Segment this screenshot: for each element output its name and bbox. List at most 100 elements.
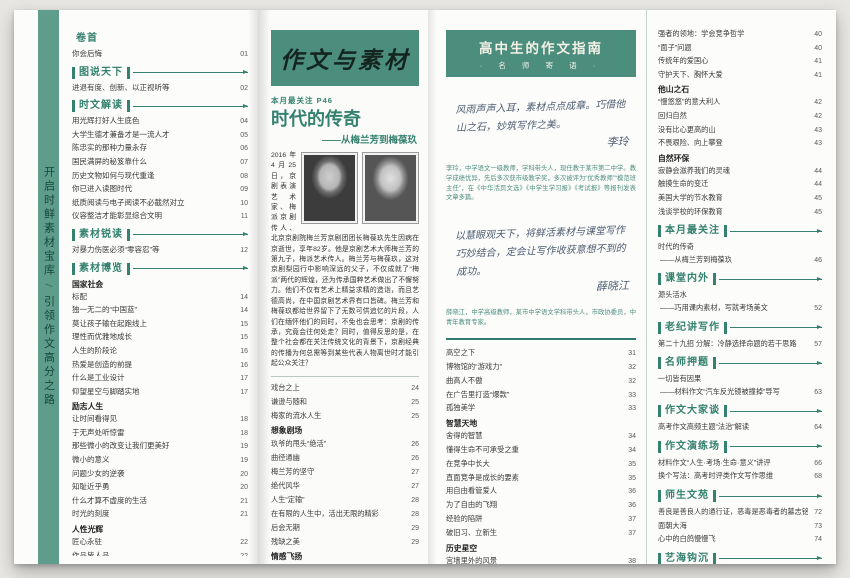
toc-page-number: 46 [808,255,822,268]
toc-item-title: 残缺之美 [271,535,405,548]
section-arrow-line [133,72,248,73]
magazine-title: 作文与素材 [280,41,410,75]
toc-subsection-heading: 想象剧场 [271,424,419,437]
toc-item: 时代的传奇 [658,241,822,254]
toc-item-title: 在广告里打造“爆款” [446,389,622,402]
toc-item: 玖爷的甩头“绝活”26 [271,437,419,451]
toc-item-title: 历史文物如何与现代重逢 [72,170,234,183]
toc-section-title: 卷首 [72,33,102,45]
toc-item: 寂静会滋养我们的灵魂44 [658,165,822,179]
toc-item: 那些微小的改变让我们更美好19 [72,440,248,454]
toc-item-title: 理性而优雅地成长 [72,331,234,344]
toc-item-title: 回归自然 [658,110,808,123]
toc-page-number: 45 [808,207,822,220]
toc-page-number: 57 [808,339,822,352]
toc-page-number: 64 [808,422,822,435]
toc-section-header: 素材锐读 [72,229,248,241]
toc-item-title: 面朝大海 [658,520,808,533]
toc-item: 知耻近乎勇20 [72,481,248,495]
toc-item: 破旧习、立新生37 [446,527,636,541]
mentor1-handwriting: 风雨声声入耳，素材点点成章。巧借他山之石，妙筑写作之美。 李玲 [455,96,635,157]
toc-item-title: 人生“定输” [271,493,405,506]
toc-item: “面子”问题40 [658,42,822,56]
toc-item-title: 你已进入读图时代 [72,183,234,196]
toc-section-title: 时文解读 [72,100,130,112]
toc-item: 谦逊与随和25 [271,395,419,409]
toc-item-title: 经验的陷阱 [446,513,622,526]
toc-page-number: 31 [622,348,636,361]
toc-item: 经验的陷阱37 [446,513,636,527]
toc-item: 浅谈学校的环保教育45 [658,206,822,220]
toc-page-number: 63 [808,387,822,400]
mentor2-quote: 以慧眼观天下，将鲜活素材与课堂写作巧妙结合，定会让写作收获意想不到的成功。 [455,225,626,278]
toc-page-number: 19 [234,455,248,468]
toc-page-number: 68 [808,471,822,484]
toc-item-title: 你会后悔 [72,48,234,61]
toc-item-subtitle-row: ——材料作文“汽车反光镜被撞掉”导写63 [658,386,822,400]
toc-item: 没有比心更高的山43 [658,124,822,138]
toc-page-number: 20 [234,482,248,495]
toc-page-number: 34 [622,445,636,458]
toc-item-title: 不畏艰险、向上攀登 [658,137,808,150]
section-arrow-line [730,446,822,447]
toc-page-number: 21 [234,509,248,522]
feature-page-content: 作文与素材 本月最关注 P46 时代的传奇 ——从梅兰芳到梅葆玖 2016年4月… [258,10,428,564]
toc-page-number: 19 [234,441,248,454]
toc-page-number: 38 [622,556,636,564]
toc-item-title: 陈忠实的那种力量永存 [72,142,234,155]
toc-item: 面朝大海73 [658,520,822,534]
toc-page-number: 33 [622,403,636,416]
toc-item-title: 心中的白鸽慢慢飞 [658,533,808,546]
toc-item-title: 那些微小的改变让我们更美好 [72,440,234,453]
toc-page-number: 24 [405,382,419,395]
toc-item: 戏台之上24 [271,381,419,395]
toc-page-number: 41 [808,70,822,83]
feature-title: 时代的传奇 [271,109,419,129]
toc-item-title: 作品皆人品 [72,550,234,556]
toc-section-header: 本月最关注 [658,225,822,237]
toc-item: 曲径通幽26 [271,451,419,465]
toc-item: 懂得生命不可承受之重34 [446,444,636,458]
right-toc-page: 高中生的作文指南 · 名 师 寄 语 · 风雨声声入耳，素材点点成章。巧借他山之… [428,10,836,564]
toc-section-header: 课堂内外 [658,273,822,285]
toc-item-title: 没有比心更高的山 [658,124,808,137]
toc-item-title: 第二十九招 分解：冷静选择命题的若干思路 [658,338,808,351]
mentor-column: 高中生的作文指南 · 名 师 寄 语 · 风雨声声入耳，素材点点成章。巧借他山之… [428,10,646,564]
toc-item-title: 国民满屏的秘笈靠什么 [72,156,234,169]
toc-section-header: 作文大家谈 [658,405,822,417]
section-arrow-line [133,268,248,269]
toc-page-number: 74 [808,534,822,547]
toc-item: 梅家的流水人生25 [271,409,419,423]
toc-item-title: 寂静会滋养我们的灵魂 [658,165,808,178]
toc-item: 问题少女的逆袭20 [72,468,248,482]
toc-item: 材料作文“人生·考场·生命·意义”讲评66 [658,457,822,471]
mentor1-quote: 风雨声声入耳，素材点点成章。巧借他山之石，妙筑写作之美。 [455,99,625,134]
toc-page-number: 73 [808,521,822,534]
toc-item: 微小的意义19 [72,454,248,468]
toc-page-number: 18 [234,428,248,441]
toc-item: 大学生德才兼备才是一流人才05 [72,129,248,143]
section-arrow-line [133,234,248,235]
toc-section-header: 艺海钩沉 [658,553,822,564]
toc-item-title: 时代的传奇 [658,241,822,254]
toc-item-title: 独一无二的“中国蓝” [72,304,234,317]
left-toc-list: 卷首你会后悔01图说天下进退有度、创新、以正视听等02时文解读用光辉打好人生底色… [72,28,248,556]
toc-page-number: 44 [808,166,822,179]
mentor1-signature: 李玲 [456,133,635,157]
toc-section-header: 老纪讲写作 [658,322,822,334]
toc-section-title: 老纪讲写作 [658,322,727,334]
toc-page-number: 66 [808,458,822,471]
toc-item-subtitle: ——巧用课内素材，写就考场美文 [658,302,808,315]
toc-item-title: 后会无期 [271,521,405,534]
toc-subsection-heading: 情感飞扬 [271,550,419,563]
toc-item-title: 问题少女的逆袭 [72,468,234,481]
toc-item: 陈忠实的那种力量永存06 [72,142,248,156]
toc-item-title: 孤独美学 [446,402,622,415]
toc-item-title: 高考作文高频主题“法治”解读 [658,421,808,434]
toc-item-title: 博物馆的“游戏力” [446,361,622,374]
toc-item: 强者的领地：学会竞争哲学40 [658,28,822,42]
section-arrow-line [719,363,822,364]
toc-page-number: 45 [808,193,822,206]
guide-header-box: 高中生的作文指南 · 名 师 寄 语 · [446,30,636,77]
toc-item-title: 为了自由的飞翔 [446,499,622,512]
